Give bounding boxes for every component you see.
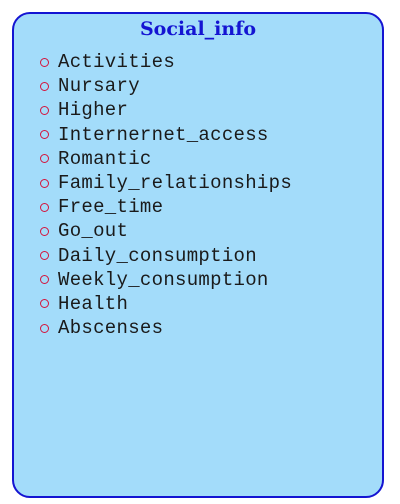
attribute-label: Family_relationships	[58, 172, 293, 195]
attribute-label: Higher	[58, 99, 129, 122]
attribute-item: Internernet_access	[40, 123, 292, 147]
attribute-item: Higher	[40, 98, 292, 122]
attribute-item: Romantic	[40, 147, 292, 171]
circle-bullet-icon	[40, 226, 49, 236]
attribute-label: Abscenses	[58, 317, 164, 340]
attribute-label: Weekly_consumption	[58, 268, 269, 291]
attribute-label: Free_time	[58, 196, 164, 219]
circle-bullet-icon	[40, 202, 49, 212]
circle-bullet-icon	[40, 130, 49, 140]
attribute-label: Go_out	[58, 220, 129, 243]
circle-bullet-icon	[40, 275, 49, 285]
circle-bullet-icon	[40, 57, 49, 67]
attribute-item: Go_out	[40, 219, 292, 243]
attribute-item: Activities	[40, 50, 292, 74]
circle-bullet-icon	[40, 154, 49, 164]
circle-bullet-icon	[40, 299, 49, 309]
attribute-list: Activities Nursary Higher Internernet_ac…	[40, 50, 292, 340]
attribute-label: Activities	[58, 51, 176, 74]
attribute-label: Romantic	[58, 147, 152, 170]
attribute-item: Health	[40, 292, 292, 316]
attribute-item: Weekly_consumption	[40, 268, 292, 292]
attribute-label: Health	[58, 292, 129, 315]
circle-bullet-icon	[40, 178, 49, 188]
entity-box: Social_info Activities Nursary Higher In…	[12, 12, 384, 498]
attribute-item: Free_time	[40, 195, 292, 219]
attribute-item: Abscenses	[40, 316, 292, 340]
circle-bullet-icon	[40, 251, 49, 261]
attribute-label: Daily_consumption	[58, 244, 257, 267]
circle-bullet-icon	[40, 105, 49, 115]
circle-bullet-icon	[40, 323, 49, 333]
attribute-item: Daily_consumption	[40, 244, 292, 268]
attribute-label: Nursary	[58, 75, 140, 98]
entity-title: Social_info	[139, 18, 257, 40]
circle-bullet-icon	[40, 81, 49, 91]
attribute-label: Internernet_access	[58, 123, 269, 146]
attribute-item: Nursary	[40, 74, 292, 98]
attribute-item: Family_relationships	[40, 171, 292, 195]
